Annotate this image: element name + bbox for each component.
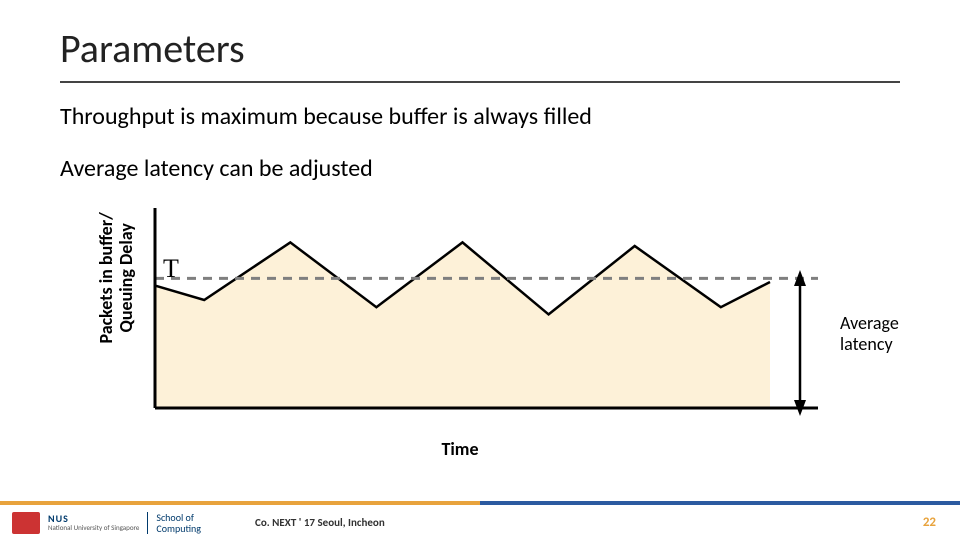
- page-number: 22: [923, 515, 936, 530]
- avg-latency-label-l2: latency: [840, 333, 893, 355]
- threshold-label: T: [163, 254, 179, 284]
- chart-fill: [155, 242, 770, 408]
- org-full: National University of Singapore: [48, 524, 139, 531]
- slide-title: Parameters: [60, 24, 900, 83]
- x-axis-label: Time: [100, 438, 820, 460]
- y-axis-label-line2: Queuing Delay: [117, 203, 137, 353]
- y-axis-label-line1: Packets in buffer/: [97, 203, 117, 353]
- chart-area: Packets in buffer/ Queuing Delay T Avera…: [100, 208, 820, 438]
- footer-divider: [147, 512, 148, 534]
- footer: NUS National University of Singapore Sch…: [0, 505, 960, 540]
- chart-svg: [100, 208, 820, 438]
- body-line-2: Average latency can be adjusted: [60, 154, 900, 183]
- avg-latency-label-l1: Average: [840, 312, 899, 334]
- org-logo-block: NUS National University of Singapore Sch…: [12, 512, 201, 534]
- y-axis-label: Packets in buffer/ Queuing Delay: [97, 203, 137, 353]
- conference-text: Co. NEXT ' 17 Seoul, Incheon: [255, 516, 385, 529]
- school-name: School of Computing: [156, 512, 201, 534]
- avg-latency-label: Average latency: [840, 313, 899, 354]
- body-line-1: Throughput is maximum because buffer is …: [60, 102, 900, 131]
- school-l2: Computing: [156, 522, 201, 535]
- nus-crest-icon: [12, 512, 40, 534]
